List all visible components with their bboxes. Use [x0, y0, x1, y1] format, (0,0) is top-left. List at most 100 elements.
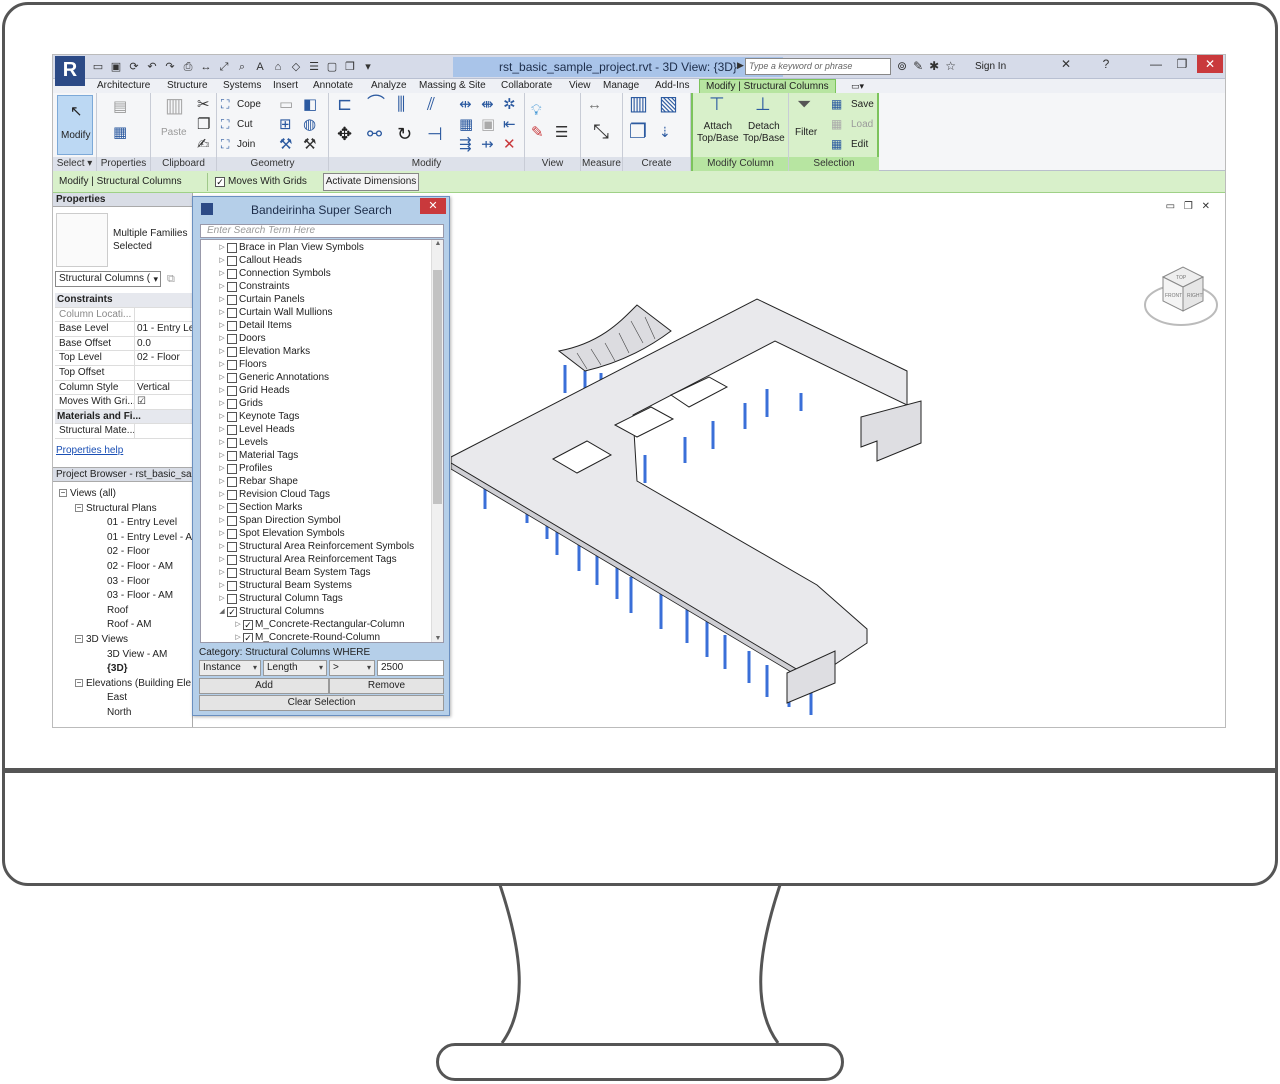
tree-item[interactable]: 3D View - AM: [107, 648, 167, 661]
tree-item[interactable]: 03 - Floor - AM: [107, 589, 173, 602]
expand-arrow-icon[interactable]: ▷: [217, 397, 227, 410]
category-item[interactable]: ▷ Structural Beam Systems: [217, 579, 352, 592]
detach-top-base-button[interactable]: Detach Top/Base: [743, 121, 785, 145]
attach-top-base-button[interactable]: Attach Top/Base: [697, 121, 739, 145]
create-parts-icon[interactable]: ▧: [659, 94, 678, 114]
tree-item[interactable]: 03 - Floor: [107, 575, 150, 588]
tree-item[interactable]: East: [107, 691, 127, 704]
category-item[interactable]: ▷ ✓ M_Concrete-Round-Column: [233, 631, 380, 642]
property-value[interactable]: ☑: [135, 395, 193, 409]
keyword-search-input[interactable]: Type a keyword or phrase: [745, 58, 891, 75]
paste-button[interactable]: Paste: [161, 127, 187, 138]
checkbox-checked[interactable]: ✓: [215, 176, 225, 187]
collapse-toggle-icon[interactable]: −: [75, 635, 83, 644]
sync-icon[interactable]: ⟳: [127, 60, 141, 74]
mirror-axis-icon[interactable]: ⫼: [397, 95, 405, 113]
create-similar-icon[interactable]: ⇣: [659, 125, 671, 140]
checkbox[interactable]: [227, 372, 237, 383]
checkbox[interactable]: [227, 281, 237, 292]
measure-between-icon[interactable]: ↔: [587, 97, 602, 112]
expand-arrow-icon[interactable]: ▷: [217, 241, 227, 254]
category-item[interactable]: ▷ Structural Beam System Tags: [217, 566, 370, 579]
properties-row[interactable]: Top Offset: [55, 365, 193, 381]
section-icon[interactable]: ◇: [289, 60, 303, 74]
tab-collaborate[interactable]: Collaborate: [501, 79, 552, 93]
checkbox[interactable]: [227, 541, 237, 552]
properties-section[interactable]: Constraints: [55, 293, 193, 308]
tag-icon[interactable]: ⌕: [235, 60, 249, 74]
measure-icon[interactable]: ↔: [199, 60, 213, 74]
category-item[interactable]: ▷ Detail Items: [217, 319, 292, 332]
tree-item[interactable]: − Views (all): [59, 487, 116, 500]
split-face-icon[interactable]: ◧: [303, 97, 317, 112]
scroll-up-icon[interactable]: ▲: [432, 240, 443, 247]
exchange-x-icon[interactable]: ✕: [1053, 55, 1079, 73]
type-selector-dropdown[interactable]: Structural Columns (▾: [55, 271, 161, 287]
trim-single-icon[interactable]: ⇸: [481, 137, 494, 152]
category-item[interactable]: ◢ ✓ Structural Columns: [217, 605, 324, 618]
expand-arrow-icon[interactable]: ▷: [217, 475, 227, 488]
expand-arrow-icon[interactable]: ▷: [217, 579, 227, 592]
type-properties-icon[interactable]: ▤: [113, 99, 127, 114]
customize-qat-icon[interactable]: ▾: [361, 60, 375, 74]
category-item[interactable]: ▷ Grids: [217, 397, 263, 410]
category-item[interactable]: ▷ Structural Area Reinforcement Tags: [217, 553, 396, 566]
application-menu-button[interactable]: R: [55, 56, 85, 86]
properties-section[interactable]: Materials and Fi...: [55, 409, 193, 425]
offset-icon[interactable]: ⌒: [367, 95, 385, 113]
checkbox[interactable]: [227, 268, 237, 279]
category-item[interactable]: ▷ Level Heads: [217, 423, 294, 436]
wall-joins-icon[interactable]: ▭: [279, 97, 293, 112]
binoculars-icon[interactable]: ⊚: [897, 59, 907, 73]
category-item[interactable]: ▷ Floors: [217, 358, 267, 371]
category-item[interactable]: ▷ Constraints: [217, 280, 289, 293]
expand-arrow-icon[interactable]: ▷: [217, 553, 227, 566]
property-value[interactable]: [135, 424, 193, 438]
expand-arrow-icon[interactable]: ▷: [217, 423, 227, 436]
checkbox[interactable]: [227, 437, 237, 448]
favorites-star-icon[interactable]: ☆: [945, 59, 956, 73]
expand-arrow-icon[interactable]: ▷: [217, 449, 227, 462]
property-value[interactable]: 02 - Floor: [135, 351, 193, 365]
align-icon[interactable]: ⊏: [337, 95, 352, 113]
checkbox[interactable]: [227, 320, 237, 331]
checkbox[interactable]: [227, 411, 237, 422]
category-item[interactable]: ▷ Structural Column Tags: [217, 592, 342, 605]
linework-icon[interactable]: ☰: [555, 125, 568, 140]
expand-arrow-icon[interactable]: ▷: [217, 592, 227, 605]
checkbox[interactable]: [227, 333, 237, 344]
category-item[interactable]: ▷ Curtain Panels: [217, 293, 304, 306]
scroll-down-icon[interactable]: ▼: [432, 635, 443, 642]
tree-item[interactable]: Roof: [107, 604, 128, 617]
checkbox-checked[interactable]: ✓: [227, 606, 237, 617]
hide-bulb-icon[interactable]: 💡︎: [531, 103, 542, 118]
category-item[interactable]: ▷ Generic Annotations: [217, 371, 329, 384]
viewcube[interactable]: TOP FRONT RIGHT: [1143, 253, 1219, 333]
3d-view-canvas[interactable]: ▭ ❐ ✕ TOP FRONT RIGHT: [451, 193, 1225, 727]
viewcube-right-label[interactable]: RIGHT: [1187, 293, 1203, 299]
tree-item[interactable]: − Structural Plans: [75, 502, 157, 515]
cut-clipboard-icon[interactable]: ✂: [197, 97, 210, 112]
pin-icon[interactable]: ⇤: [503, 117, 516, 132]
checkbox[interactable]: [227, 359, 237, 370]
category-item[interactable]: ▷ Section Marks: [217, 501, 302, 514]
rotate-icon[interactable]: ↻: [397, 125, 412, 143]
checkbox[interactable]: [227, 294, 237, 305]
tree-item[interactable]: 02 - Floor - AM: [107, 560, 173, 573]
properties-row[interactable]: Top Level 02 - Floor: [55, 351, 193, 366]
category-item[interactable]: ▷ Levels: [217, 436, 268, 449]
category-item[interactable]: ▷ Spot Elevation Symbols: [217, 527, 344, 540]
filter-button[interactable]: Filter: [795, 127, 817, 138]
expand-arrow-icon[interactable]: ▷: [217, 540, 227, 553]
modify-button[interactable]: ↖ Modify: [57, 95, 93, 155]
checkbox[interactable]: [227, 528, 237, 539]
paint-icon[interactable]: ◍: [303, 117, 316, 132]
tab-insert[interactable]: Insert: [273, 79, 298, 93]
tree-item[interactable]: North: [107, 706, 131, 719]
trim-extend-icon[interactable]: ⊣: [427, 125, 443, 143]
expand-arrow-icon[interactable]: ▷: [233, 631, 243, 642]
ribbon-minimize-icon[interactable]: ▭▾: [851, 79, 864, 93]
properties-row[interactable]: Column Style Vertical: [55, 380, 193, 396]
checkbox-checked[interactable]: ✓: [243, 619, 253, 630]
checkbox[interactable]: [227, 567, 237, 578]
